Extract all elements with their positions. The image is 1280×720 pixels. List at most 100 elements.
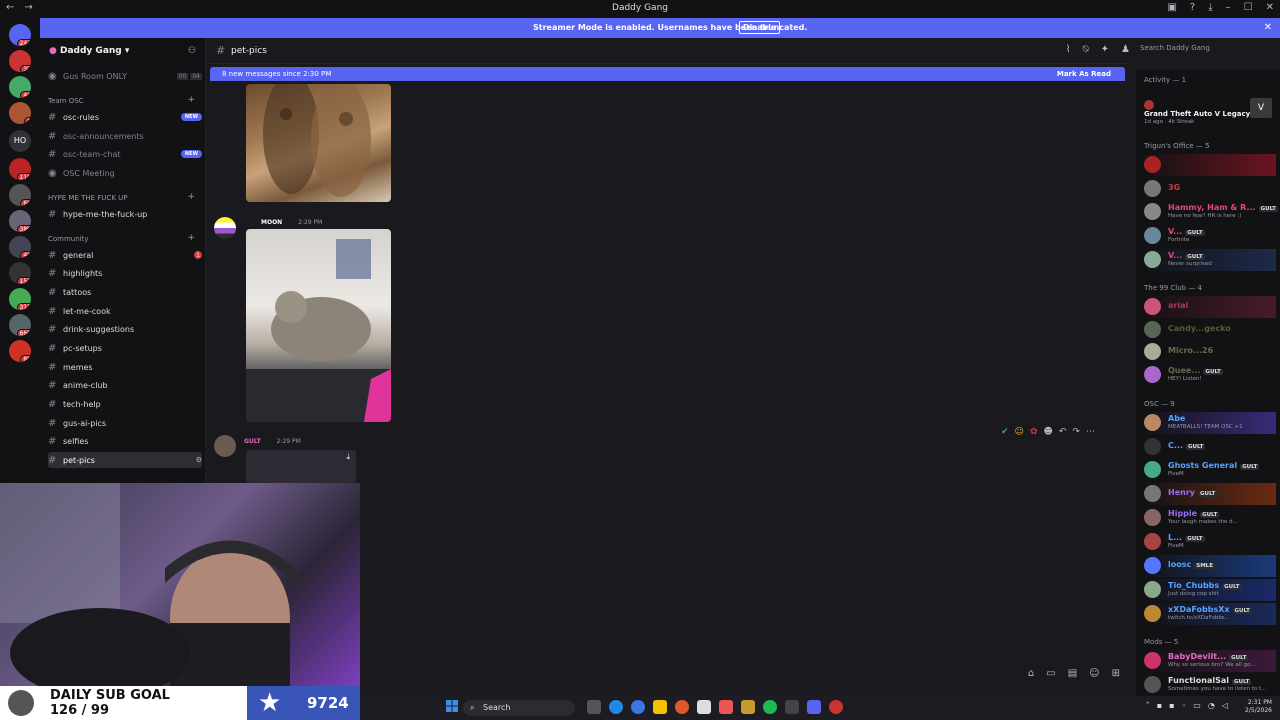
folder-icon[interactable] [653, 700, 667, 714]
member-item[interactable]: V... GULT Fortnite [1142, 225, 1276, 247]
channel-pet-pics[interactable]: # pet-pics ⚙ [48, 452, 202, 468]
volume-icon[interactable]: ◁ [1222, 701, 1228, 710]
category-team[interactable]: Team OSC [48, 97, 84, 105]
inbox-icon[interactable]: ▣ [1167, 2, 1176, 13]
channel-highlights[interactable]: # highlights [48, 265, 202, 281]
member-item[interactable]: 3G [1142, 178, 1276, 200]
cat-image[interactable] [246, 229, 391, 422]
member-item[interactable]: Quee... GULT HEY! Listen! [1142, 364, 1276, 386]
add-channel-icon[interactable]: + [187, 192, 195, 202]
member-item[interactable] [1142, 154, 1276, 176]
video-attachment[interactable]: ⤓ [246, 450, 356, 483]
guild-header[interactable]: ● Daddy Gang ▾ [49, 46, 129, 56]
message-composer[interactable]: ⌂ ▭ ▤ ☺ ⊞ [360, 666, 1130, 686]
member-item[interactable]: Abe MEATBALLS! TEAM OSC +1 [1142, 412, 1276, 434]
apps-icon[interactable]: ⊞ [1112, 668, 1120, 679]
add-channel-icon[interactable]: + [187, 95, 195, 105]
member-item[interactable]: Hippie GULT Your laugh makes the d... [1142, 507, 1276, 529]
category-community[interactable]: Community [48, 235, 89, 243]
mute-bell-icon[interactable]: ⍉ [1083, 44, 1089, 55]
member-item[interactable]: C... GULT [1142, 436, 1276, 458]
maximize-icon[interactable]: ☐ [1244, 2, 1253, 13]
channel-hype[interactable]: # hype-me-the-fuck-up [48, 206, 202, 222]
member-item[interactable]: loosc SMLE [1142, 555, 1276, 577]
help-icon[interactable]: ? [1190, 2, 1195, 13]
chevron-up-icon[interactable]: ˄ [1146, 701, 1150, 710]
channel-osc-rules[interactable]: # osc-rules NEW [48, 109, 202, 125]
more-icon[interactable]: ⋯ [1086, 427, 1095, 437]
member-item[interactable]: Ghosts General GULT FiveM [1142, 459, 1276, 481]
channel-tech-help[interactable]: # tech-help [48, 396, 202, 412]
member-item[interactable]: V... GULT Never surprised [1142, 249, 1276, 271]
app-icon[interactable] [719, 700, 733, 714]
server-icon[interactable]: 313 [9, 288, 31, 310]
giraffe-image[interactable] [246, 84, 391, 202]
member-item[interactable]: Hammy, Ham & R... GULT Have no fear! HR is… [1142, 201, 1278, 223]
download-icon[interactable]: ⤓ [1208, 2, 1212, 13]
gift-icon[interactable]: ⌂ [1028, 668, 1034, 679]
channel-tattoos[interactable]: # tattoos [48, 284, 202, 300]
firefox-icon[interactable] [675, 700, 689, 714]
download-icon[interactable]: ⤓ [346, 452, 350, 462]
server-icon[interactable]: 380 [9, 210, 31, 232]
channel-memes[interactable]: # memes [48, 359, 202, 375]
server-icon[interactable]: 153 [9, 262, 31, 284]
taskbar-search[interactable]: ⌕ Search [463, 700, 575, 716]
emoji-icon[interactable]: ☺ [1089, 668, 1099, 679]
reaction-icon[interactable]: ✿ [1030, 427, 1038, 437]
username[interactable]: MOON [261, 219, 282, 226]
mark-as-read-button[interactable]: Mark As Read [1057, 70, 1111, 78]
channel-let-me-cook[interactable]: # let-me-cook [48, 303, 202, 319]
tray-icon[interactable]: ▪ [1157, 701, 1162, 710]
member-list-icon[interactable]: ♟ [1121, 44, 1130, 55]
disable-button[interactable]: Disable [739, 21, 781, 34]
app-icon[interactable] [741, 700, 755, 714]
tray-icon[interactable]: ▪ [1169, 701, 1174, 710]
chrome-icon[interactable] [631, 700, 645, 714]
channel-pc-setups[interactable]: # pc-setups [48, 340, 202, 356]
mic-icon[interactable]: ◦ [1182, 701, 1187, 710]
reply-icon[interactable]: ↶ [1059, 427, 1067, 437]
discord-icon[interactable] [807, 700, 821, 714]
member-item[interactable]: Tio_Chubbs GULT Just doing cop shit [1142, 579, 1276, 601]
network-icon[interactable]: ◔ [1208, 701, 1215, 710]
forward-icon[interactable]: ↷ [1072, 427, 1080, 437]
server-icon[interactable]: 85 [9, 340, 31, 362]
obs-icon[interactable] [829, 700, 843, 714]
channel-drink-suggestions[interactable]: # drink-suggestions [48, 321, 202, 337]
server-icon[interactable]: 60 [9, 184, 31, 206]
member-item[interactable]: Micro...26 [1142, 341, 1276, 363]
close-icon[interactable]: ✕ [1264, 22, 1272, 33]
username[interactable]: GULT [244, 438, 261, 445]
server-icon-home[interactable]: 241 [9, 24, 31, 46]
category-hype[interactable]: HYPE ME THE FUCK UP [48, 194, 127, 202]
member-item[interactable]: arial [1142, 296, 1276, 318]
close-window-icon[interactable]: ✕ [1266, 2, 1274, 13]
member-item[interactable]: L... GULT FiveM [1142, 531, 1276, 553]
server-icon-ho[interactable]: HO [9, 130, 31, 152]
add-channel-icon[interactable]: + [187, 233, 195, 243]
member-item[interactable]: xXDaFobbsXx GULT twitch.tv/xXDaFobbs... [1142, 603, 1276, 625]
avatar[interactable] [214, 435, 236, 457]
channel-selfies[interactable]: # selfies [48, 433, 202, 449]
invite-icon[interactable]: ⚇ [188, 46, 196, 56]
avatar[interactable] [214, 217, 236, 239]
channel-osc-announcements[interactable]: # osc-announcements [48, 128, 202, 144]
server-icon[interactable]: 45 [9, 236, 31, 258]
pin-icon[interactable]: ✦ [1101, 44, 1109, 55]
settings-gear-icon[interactable]: ⚙ [196, 456, 202, 464]
server-icon[interactable]: 110 [9, 158, 31, 180]
clock[interactable]: 2:31 PM 2/5/2026 [1245, 699, 1272, 715]
reaction-check-icon[interactable]: ✔ [1001, 427, 1009, 437]
channel-anime-club[interactable]: # anime-club [48, 377, 202, 393]
member-item[interactable]: FunctionalSal GULT Sometimes you have to l… [1142, 674, 1276, 696]
channel-osc-team-chat[interactable]: # osc-team-chat NEW [48, 146, 202, 162]
sticker-icon[interactable]: ▤ [1068, 668, 1077, 679]
member-item[interactable]: Henry GULT [1142, 483, 1276, 505]
server-icon[interactable]: 669 [9, 314, 31, 336]
gif-icon[interactable]: ▭ [1046, 668, 1055, 679]
server-icon[interactable]: 33 [9, 50, 31, 72]
server-icon[interactable]: 46 [9, 76, 31, 98]
monitor-icon[interactable]: ▭ [1193, 701, 1201, 710]
search-input[interactable]: Search Daddy Gang [1140, 44, 1276, 57]
